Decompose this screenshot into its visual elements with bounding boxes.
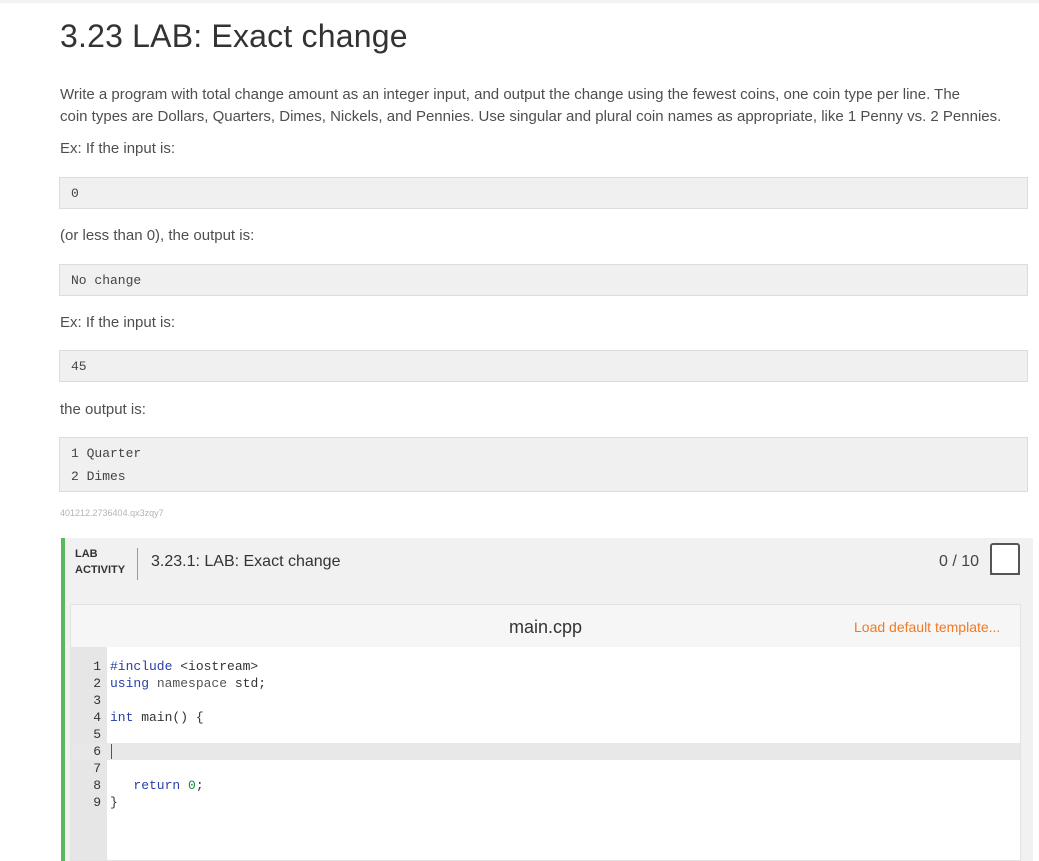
code-line[interactable]: 3 xyxy=(71,692,1020,709)
text-cursor xyxy=(111,744,112,760)
example-2-input: 45 xyxy=(59,350,1028,382)
description-line-2: coin types are Dollars, Quarters, Dimes,… xyxy=(60,108,1002,125)
lab-activity-title: 3.23.1: LAB: Exact change xyxy=(151,553,341,570)
line-number: 3 xyxy=(93,693,101,708)
lab-description: Write a program with total change amount… xyxy=(60,84,1001,128)
example-2-label: Ex: If the input is: xyxy=(60,314,176,331)
example-2-output-line: 2 Dimes xyxy=(71,469,126,484)
code-line-text: #include <iostream> xyxy=(110,659,259,674)
lab-header-divider xyxy=(137,548,138,580)
example-2-output-line: 1 Quarter xyxy=(71,446,142,461)
code-area[interactable]: 1 #include <iostream> 2 using namespace … xyxy=(71,658,1020,811)
description-line-1: Write a program with total change amount… xyxy=(60,86,961,103)
example-1-output: No change xyxy=(59,264,1028,296)
page-title: 3.23 LAB: Exact change xyxy=(60,18,408,54)
example-1-label: Ex: If the input is: xyxy=(60,140,176,157)
code-line-text: return 0; xyxy=(133,778,204,793)
code-line[interactable]: 1 #include <iostream> xyxy=(71,658,1020,675)
line-number: 1 xyxy=(93,659,101,674)
example-1-output-value: No change xyxy=(71,273,142,288)
editor-header: main.cpp Load default template... xyxy=(71,605,1020,647)
line-number: 7 xyxy=(93,761,101,776)
editor-filename: main.cpp xyxy=(509,617,583,637)
code-line[interactable]: 9 } xyxy=(71,794,1020,811)
example-1-mid-text: (or less than 0), the output is: xyxy=(60,227,255,244)
code-line[interactable]: 7 xyxy=(71,760,1020,777)
lab-label-line-2: ACTIVITY xyxy=(75,564,126,576)
line-number: 6 xyxy=(93,744,101,759)
code-line-text: using namespace std; xyxy=(110,676,267,691)
code-line[interactable]: 4 int main() { xyxy=(71,709,1020,726)
code-line-text xyxy=(110,743,112,760)
code-line-active[interactable]: 6 xyxy=(71,743,1020,760)
example-1-input: 0 xyxy=(59,177,1028,209)
code-line[interactable]: 5 xyxy=(71,726,1020,743)
content-tag: 401212.2736404.qx3zqy7 xyxy=(60,508,164,518)
line-number: 4 xyxy=(93,710,101,725)
lab-activity-label: LAB ACTIVITY xyxy=(75,546,125,578)
line-number: 5 xyxy=(93,727,101,742)
code-line[interactable]: 2 using namespace std; xyxy=(71,675,1020,692)
example-2-output: 1 Quarter 2 Dimes xyxy=(59,437,1028,492)
example-2-input-value: 45 xyxy=(71,359,87,374)
code-line-text: int main() { xyxy=(110,710,204,725)
line-number: 9 xyxy=(93,795,101,810)
code-line-text: } xyxy=(110,795,118,810)
completion-box-icon xyxy=(990,543,1020,575)
lab-label-line-1: LAB xyxy=(75,548,98,560)
line-number: 8 xyxy=(93,778,101,793)
load-default-template-link[interactable]: Load default template... xyxy=(854,619,1000,635)
top-divider xyxy=(0,0,1039,3)
code-line[interactable]: 8 return 0; xyxy=(71,777,1020,794)
lab-score: 0 / 10 xyxy=(939,553,980,570)
example-1-input-value: 0 xyxy=(71,186,79,201)
code-editor[interactable]: main.cpp Load default template... 1 #inc… xyxy=(70,604,1021,861)
line-number: 2 xyxy=(93,676,101,691)
example-2-mid-text: the output is: xyxy=(60,401,146,418)
